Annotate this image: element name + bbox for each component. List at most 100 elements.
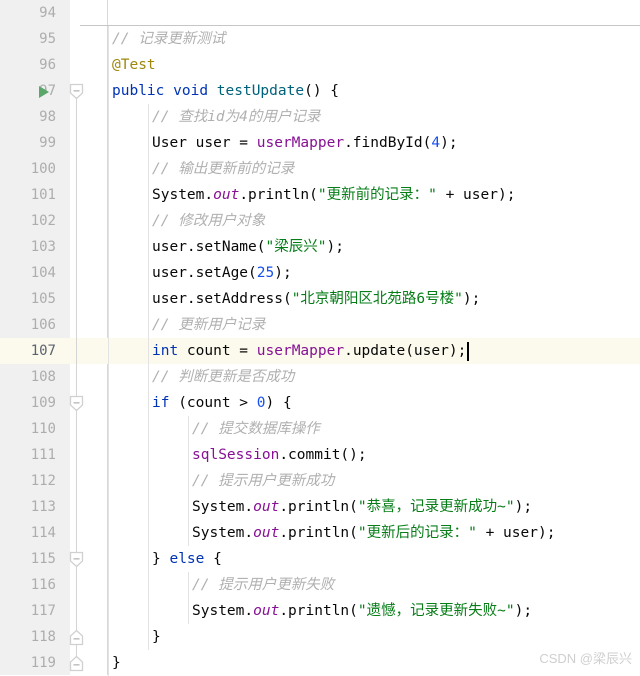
code-text[interactable]: User user = userMapper.findById(4); bbox=[152, 130, 458, 156]
run-test-gutter-icon[interactable] bbox=[39, 86, 49, 98]
code-line[interactable]: 111 sqlSession.commit(); bbox=[0, 442, 640, 468]
code-text[interactable]: user.setName("梁辰兴"); bbox=[152, 234, 344, 260]
code-line[interactable]: 106 // 更新用户记录 bbox=[0, 312, 640, 338]
token-plain: user.setAge( bbox=[152, 265, 257, 281]
indent-guide bbox=[148, 260, 149, 286]
code-line[interactable]: 101 System.out.println("更新前的记录：" + user); bbox=[0, 182, 640, 208]
code-line[interactable]: 109 if (count > 0) { bbox=[0, 390, 640, 416]
code-text[interactable]: // 修改用户对象 bbox=[152, 208, 265, 234]
code-line[interactable]: 98 // 查找id为4的用户记录 bbox=[0, 104, 640, 130]
code-text[interactable]: if (count > 0) { bbox=[152, 390, 292, 416]
code-text[interactable]: sqlSession.commit(); bbox=[192, 442, 367, 468]
token-plain: ); bbox=[462, 291, 481, 307]
code-text[interactable]: // 查找id为4的用户记录 bbox=[152, 104, 320, 130]
code-text[interactable]: // 提示用户更新成功 bbox=[192, 468, 334, 494]
indent-guide bbox=[108, 468, 109, 494]
code-text[interactable]: // 输出更新前的记录 bbox=[152, 156, 294, 182]
token-plain: ); bbox=[514, 499, 533, 515]
token-cmt: // 更新用户记录 bbox=[152, 317, 266, 333]
token-plain: .findById( bbox=[344, 135, 432, 151]
code-line[interactable]: 116 // 提示用户更新失败 bbox=[0, 572, 640, 598]
code-line[interactable]: 105 user.setAddress("北京朝阳区北苑路6号楼"); bbox=[0, 286, 640, 312]
indent-guide bbox=[148, 156, 149, 182]
code-text[interactable]: System.out.println("更新后的记录：" + user); bbox=[192, 520, 555, 546]
line-number: 118 bbox=[30, 629, 56, 645]
indent-guide bbox=[108, 494, 109, 520]
line-number: 103 bbox=[30, 239, 56, 255]
code-text[interactable]: } else { bbox=[152, 546, 222, 572]
token-cmt: // 判断更新是否成功 bbox=[152, 369, 295, 385]
indent-guide bbox=[108, 130, 109, 156]
indent-guide bbox=[108, 182, 109, 208]
code-line[interactable]: 97 public void testUpdate() { bbox=[0, 78, 640, 104]
indent-guide bbox=[108, 26, 109, 52]
indent-guide bbox=[108, 546, 109, 572]
code-text[interactable]: // 提示用户更新失败 bbox=[192, 572, 334, 598]
code-line[interactable]: 107 int count = userMapper.update(user); bbox=[0, 338, 640, 364]
indent-guide bbox=[108, 156, 109, 182]
code-text[interactable]: } bbox=[152, 624, 161, 650]
fold-toggle-icon[interactable] bbox=[69, 551, 84, 568]
code-line[interactable]: 115} else { bbox=[0, 546, 640, 572]
code-line[interactable]: 102 // 修改用户对象 bbox=[0, 208, 640, 234]
code-block-separator bbox=[80, 25, 640, 26]
token-fld: userMapper bbox=[256, 135, 345, 151]
fold-toggle-icon[interactable] bbox=[69, 629, 84, 646]
code-line[interactable]: 117 System.out.println("遗憾，记录更新失败~"); bbox=[0, 598, 640, 624]
code-text[interactable]: System.out.println("恭喜，记录更新成功~"); bbox=[192, 494, 532, 520]
code-line[interactable]: 99 User user = userMapper.findById(4); bbox=[0, 130, 640, 156]
code-text[interactable]: user.setAge(25); bbox=[152, 260, 292, 286]
code-text[interactable]: // 判断更新是否成功 bbox=[152, 364, 294, 390]
code-text[interactable]: public void testUpdate() { bbox=[112, 78, 339, 104]
code-line[interactable]: 95 // 记录更新测试 bbox=[0, 26, 640, 52]
code-line[interactable]: 104 user.setAge(25); bbox=[0, 260, 640, 286]
token-plain: System. bbox=[192, 525, 254, 541]
indent-guide bbox=[148, 416, 149, 442]
code-line[interactable]: 103 user.setName("梁辰兴"); bbox=[0, 234, 640, 260]
code-editor[interactable]: 94 95 // 记录更新测试 96 @Test 97 public void testUp… bbox=[0, 0, 640, 676]
token-kw: void bbox=[173, 83, 209, 99]
code-line[interactable]: 112 // 提示用户更新成功 bbox=[0, 468, 640, 494]
token-stat: out bbox=[253, 603, 280, 619]
code-line[interactable]: 96 @Test bbox=[0, 52, 640, 78]
code-text[interactable]: // 更新用户记录 bbox=[152, 312, 265, 338]
line-number: 110 bbox=[30, 421, 56, 437]
fold-toggle-icon[interactable] bbox=[69, 395, 84, 412]
code-line[interactable]: 94 bbox=[0, 0, 640, 26]
token-str: "北京朝阳区北苑路6号楼" bbox=[291, 291, 463, 307]
token-plain: .println( bbox=[279, 499, 358, 515]
code-text[interactable]: System.out.println("遗憾，记录更新失败~"); bbox=[192, 598, 532, 624]
code-text[interactable]: user.setAddress("北京朝阳区北苑路6号楼"); bbox=[152, 286, 480, 312]
code-line[interactable]: 118} bbox=[0, 624, 640, 650]
indent-guide bbox=[108, 364, 109, 390]
code-line-list[interactable]: 94 95 // 记录更新测试 96 @Test 97 public void testUp… bbox=[0, 0, 640, 676]
indent-guide bbox=[108, 78, 109, 104]
code-line[interactable]: 108 // 判断更新是否成功 bbox=[0, 364, 640, 390]
token-plain: System. bbox=[192, 499, 254, 515]
indent-guide bbox=[148, 338, 149, 364]
code-text[interactable]: } bbox=[112, 650, 121, 676]
line-number: 119 bbox=[30, 655, 56, 671]
code-text[interactable]: // 提交数据库操作 bbox=[192, 416, 320, 442]
indent-guide bbox=[108, 286, 109, 312]
token-plain: ); bbox=[326, 239, 344, 255]
fold-toggle-icon[interactable] bbox=[69, 655, 84, 672]
indent-guide bbox=[108, 312, 109, 338]
token-fld: sqlSession bbox=[192, 447, 280, 463]
indent-guide bbox=[108, 338, 109, 364]
line-number: 105 bbox=[30, 291, 56, 307]
token-plain: } bbox=[152, 551, 170, 567]
code-text[interactable]: System.out.println("更新前的记录：" + user); bbox=[152, 182, 515, 208]
code-line[interactable]: 110 // 提交数据库操作 bbox=[0, 416, 640, 442]
code-line[interactable]: 114 System.out.println("更新后的记录：" + user); bbox=[0, 520, 640, 546]
code-line[interactable]: 100 // 输出更新前的记录 bbox=[0, 156, 640, 182]
code-text[interactable]: @Test bbox=[112, 52, 156, 78]
fold-toggle-icon[interactable] bbox=[69, 83, 84, 100]
token-stat: out bbox=[253, 499, 280, 515]
token-plain: .println( bbox=[279, 603, 358, 619]
token-plain: } bbox=[152, 629, 161, 645]
code-text[interactable]: // 记录更新测试 bbox=[112, 26, 225, 52]
code-line[interactable]: 113 System.out.println("恭喜，记录更新成功~"); bbox=[0, 494, 640, 520]
code-text[interactable]: int count = userMapper.update(user); bbox=[152, 338, 466, 364]
